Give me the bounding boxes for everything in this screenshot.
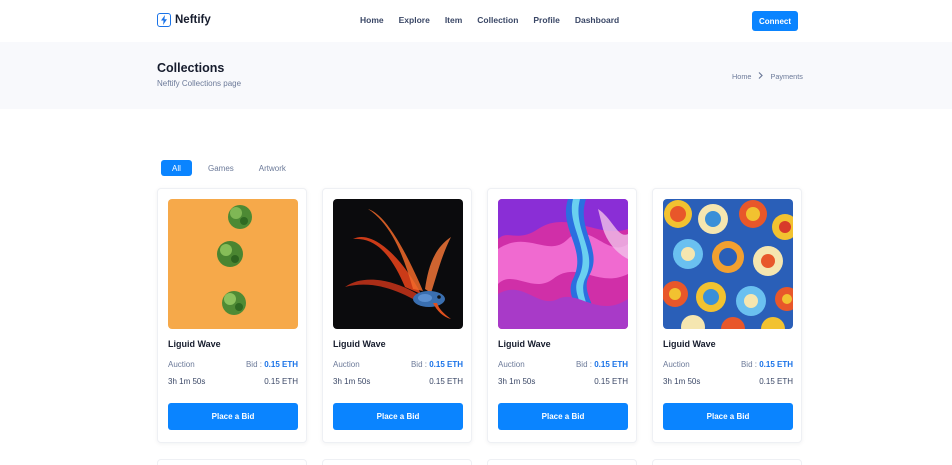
nft-title: Liguid Wave (333, 339, 386, 349)
nav-dashboard[interactable]: Dashboard (575, 15, 619, 25)
nft-card-partial[interactable] (322, 459, 472, 465)
bid-info: Bid : 0.15 ETH (576, 360, 628, 369)
nft-image-abstract[interactable] (663, 199, 793, 329)
tab-all[interactable]: All (161, 160, 192, 176)
nft-card[interactable]: Liguid Wave Auction Bid : 0.15 ETH 3h 1m… (652, 188, 802, 443)
auction-row: Auction Bid : 0.15 ETH (498, 360, 628, 369)
place-bid-button[interactable]: Place a Bid (663, 403, 793, 430)
nft-title: Liguid Wave (168, 339, 221, 349)
nft-image-sprouts[interactable] (168, 199, 298, 329)
nav-collection[interactable]: Collection (477, 15, 518, 25)
place-bid-button[interactable]: Place a Bid (168, 403, 298, 430)
auction-label: Auction (498, 360, 525, 369)
auction-row: Auction Bid : 0.15 ETH (168, 360, 298, 369)
main-nav: Home Explore Item Collection Profile Das… (360, 15, 619, 25)
nav-item[interactable]: Item (445, 15, 462, 25)
time-price-row: 3h 1m 50s 0.15 ETH (168, 377, 298, 386)
filter-tabs: All Games Artwork (161, 160, 301, 176)
breadcrumb: Home Payments (732, 72, 803, 81)
nft-image-fluid-art[interactable] (498, 199, 628, 329)
time-left: 3h 1m 50s (498, 377, 536, 386)
breadcrumb-current: Payments (770, 72, 803, 81)
time-left: 3h 1m 50s (168, 377, 206, 386)
time-price-row: 3h 1m 50s 0.15 ETH (333, 377, 463, 386)
breadcrumb-home[interactable]: Home (732, 72, 751, 81)
brand-logo[interactable]: Neftify (157, 13, 211, 27)
brand-name: Neftify (175, 14, 211, 26)
chevron-right-icon (758, 72, 764, 81)
bid-label: Bid : (575, 360, 592, 369)
place-bid-button[interactable]: Place a Bid (498, 403, 628, 430)
nav-profile[interactable]: Profile (533, 15, 559, 25)
page-title: Collections (157, 61, 225, 75)
bid-label: Bid : (740, 360, 757, 369)
auction-label: Auction (663, 360, 690, 369)
price: 0.15 ETH (264, 377, 298, 386)
place-bid-button[interactable]: Place a Bid (333, 403, 463, 430)
auction-row: Auction Bid : 0.15 ETH (663, 360, 793, 369)
nft-card-partial[interactable] (157, 459, 307, 465)
price: 0.15 ETH (429, 377, 463, 386)
nft-title: Liguid Wave (498, 339, 551, 349)
bid-value: 0.15 ETH (429, 360, 463, 369)
page-header-band (0, 42, 952, 109)
nav-home[interactable]: Home (360, 15, 384, 25)
tab-artwork[interactable]: Artwork (249, 160, 296, 176)
lightning-icon (157, 13, 171, 27)
tab-games[interactable]: Games (198, 160, 244, 176)
time-left: 3h 1m 50s (663, 377, 701, 386)
nft-image-betta-fish[interactable] (333, 199, 463, 329)
time-price-row: 3h 1m 50s 0.15 ETH (663, 377, 793, 386)
bid-label: Bid : (410, 360, 427, 369)
nft-card[interactable]: Liguid Wave Auction Bid : 0.15 ETH 3h 1m… (157, 188, 307, 443)
top-navbar: Neftify Home Explore Item Collection Pro… (0, 0, 952, 42)
time-price-row: 3h 1m 50s 0.15 ETH (498, 377, 628, 386)
price: 0.15 ETH (594, 377, 628, 386)
nft-card-partial[interactable] (487, 459, 637, 465)
nav-explore[interactable]: Explore (399, 15, 430, 25)
auction-label: Auction (168, 360, 195, 369)
bid-info: Bid : 0.15 ETH (741, 360, 793, 369)
bid-info: Bid : 0.15 ETH (411, 360, 463, 369)
page-subtitle: Neftify Collections page (157, 79, 242, 88)
time-left: 3h 1m 50s (333, 377, 371, 386)
bid-value: 0.15 ETH (594, 360, 628, 369)
auction-label: Auction (333, 360, 360, 369)
bid-value: 0.15 ETH (264, 360, 298, 369)
nft-card[interactable]: Liguid Wave Auction Bid : 0.15 ETH 3h 1m… (322, 188, 472, 443)
bid-value: 0.15 ETH (759, 360, 793, 369)
nft-card-partial[interactable] (652, 459, 802, 465)
price: 0.15 ETH (759, 377, 793, 386)
auction-row: Auction Bid : 0.15 ETH (333, 360, 463, 369)
bid-info: Bid : 0.15 ETH (246, 360, 298, 369)
bid-label: Bid : (245, 360, 262, 369)
nft-title: Liguid Wave (663, 339, 716, 349)
connect-button[interactable]: Connect (752, 11, 798, 31)
nft-card[interactable]: Liguid Wave Auction Bid : 0.15 ETH 3h 1m… (487, 188, 637, 443)
